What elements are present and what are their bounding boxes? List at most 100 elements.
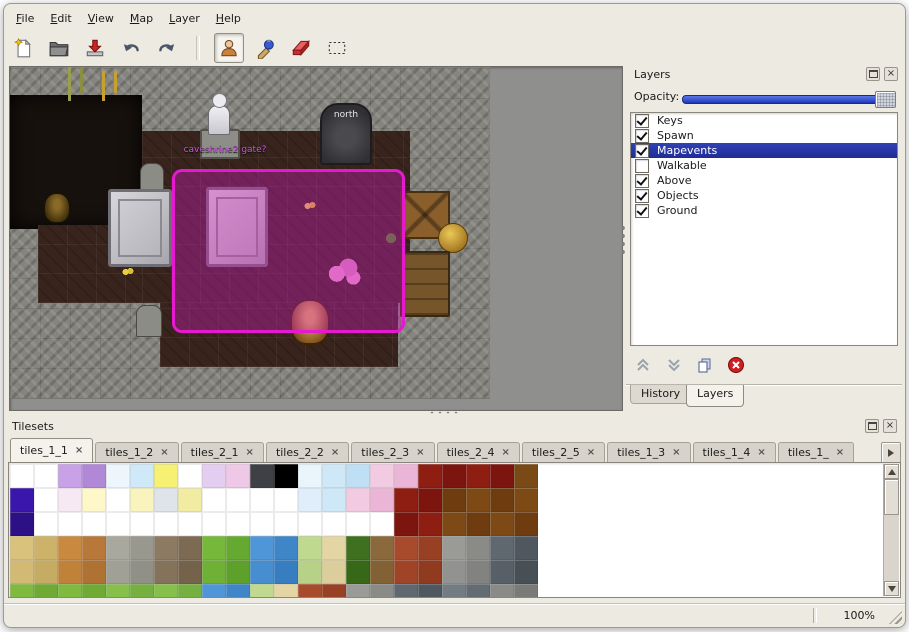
opacity-slider[interactable] bbox=[682, 95, 896, 104]
tile-4-17[interactable] bbox=[418, 560, 442, 584]
horizontal-splitter-handle[interactable] bbox=[428, 410, 458, 415]
tile-0-12[interactable] bbox=[298, 464, 322, 488]
undo-button[interactable] bbox=[116, 33, 146, 63]
tile-3-4[interactable] bbox=[106, 536, 130, 560]
tile-2-7[interactable] bbox=[178, 512, 202, 536]
duplicate-layer-button[interactable] bbox=[694, 354, 716, 376]
tileset-tab-tiles_2_3[interactable]: tiles_2_3× bbox=[351, 442, 434, 462]
tileset-tab-tiles_2_4[interactable]: tiles_2_4× bbox=[437, 442, 520, 462]
tab-history[interactable]: History bbox=[630, 385, 691, 404]
tile-2-0[interactable] bbox=[10, 512, 34, 536]
tile-4-3[interactable] bbox=[82, 560, 106, 584]
scroll-down-button[interactable] bbox=[884, 581, 899, 596]
new-file-button[interactable] bbox=[8, 33, 38, 63]
tile-0-18[interactable] bbox=[442, 464, 466, 488]
menu-help[interactable]: Help bbox=[208, 9, 249, 28]
tile-5-2[interactable] bbox=[58, 584, 82, 598]
tileset-scrollbar[interactable] bbox=[883, 464, 899, 596]
tile-4-19[interactable] bbox=[466, 560, 490, 584]
tile-0-17[interactable] bbox=[418, 464, 442, 488]
tile-4-10[interactable] bbox=[250, 560, 274, 584]
tileset-tab-tiles_1_3[interactable]: tiles_1_3× bbox=[607, 442, 690, 462]
tileset-tab-tiles_2_1[interactable]: tiles_2_1× bbox=[181, 442, 264, 462]
layer-row-keys[interactable]: Keys bbox=[631, 113, 897, 128]
tile-0-16[interactable] bbox=[394, 464, 418, 488]
tile-0-15[interactable] bbox=[370, 464, 394, 488]
tile-4-7[interactable] bbox=[178, 560, 202, 584]
tile-3-19[interactable] bbox=[466, 536, 490, 560]
tile-1-2[interactable] bbox=[58, 488, 82, 512]
tile-2-9[interactable] bbox=[226, 512, 250, 536]
tile-1-12[interactable] bbox=[298, 488, 322, 512]
tile-5-5[interactable] bbox=[130, 584, 154, 598]
map-canvas[interactable]: north caveshrine2 gate? bbox=[10, 67, 490, 399]
tileset-tab-tiles_2_2[interactable]: tiles_2_2× bbox=[266, 442, 349, 462]
tileset-tab-tiles_1_2[interactable]: tiles_1_2× bbox=[95, 442, 178, 462]
tab-layers[interactable]: Layers bbox=[686, 385, 744, 407]
tile-5-14[interactable] bbox=[346, 584, 370, 598]
redo-button[interactable] bbox=[152, 33, 182, 63]
tile-4-20[interactable] bbox=[490, 560, 514, 584]
tile-0-7[interactable] bbox=[178, 464, 202, 488]
tile-5-19[interactable] bbox=[466, 584, 490, 598]
tile-4-14[interactable] bbox=[346, 560, 370, 584]
tile-0-9[interactable] bbox=[226, 464, 250, 488]
layer-row-mapevents[interactable]: Mapevents bbox=[631, 143, 897, 158]
tile-1-4[interactable] bbox=[106, 488, 130, 512]
tileset-view[interactable] bbox=[8, 462, 901, 598]
tile-4-16[interactable] bbox=[394, 560, 418, 584]
tile-0-1[interactable] bbox=[34, 464, 58, 488]
close-tab-icon[interactable]: × bbox=[160, 448, 168, 458]
scroll-up-button[interactable] bbox=[884, 464, 899, 479]
tile-5-16[interactable] bbox=[394, 584, 418, 598]
close-tab-icon[interactable]: × bbox=[836, 448, 844, 458]
tile-1-15[interactable] bbox=[370, 488, 394, 512]
tile-0-4[interactable] bbox=[106, 464, 130, 488]
tile-0-3[interactable] bbox=[82, 464, 106, 488]
paint-fill-tool-button[interactable] bbox=[250, 33, 280, 63]
tile-0-11[interactable] bbox=[274, 464, 298, 488]
tile-1-7[interactable] bbox=[178, 488, 202, 512]
tile-1-19[interactable] bbox=[466, 488, 490, 512]
menu-file[interactable]: File bbox=[8, 9, 42, 28]
tile-2-5[interactable] bbox=[130, 512, 154, 536]
tile-4-4[interactable] bbox=[106, 560, 130, 584]
tile-5-12[interactable] bbox=[298, 584, 322, 598]
close-tab-icon[interactable]: × bbox=[587, 448, 595, 458]
layer-row-ground[interactable]: Ground bbox=[631, 203, 897, 218]
tile-0-14[interactable] bbox=[346, 464, 370, 488]
tile-1-1[interactable] bbox=[34, 488, 58, 512]
tile-5-7[interactable] bbox=[178, 584, 202, 598]
resize-grip[interactable] bbox=[889, 611, 902, 624]
tile-4-13[interactable] bbox=[322, 560, 346, 584]
tile-2-13[interactable] bbox=[322, 512, 346, 536]
tile-1-0[interactable] bbox=[10, 488, 34, 512]
tile-5-0[interactable] bbox=[10, 584, 34, 598]
close-tab-icon[interactable]: × bbox=[501, 448, 509, 458]
tile-4-6[interactable] bbox=[154, 560, 178, 584]
tile-4-2[interactable] bbox=[58, 560, 82, 584]
tile-3-6[interactable] bbox=[154, 536, 178, 560]
tile-4-5[interactable] bbox=[130, 560, 154, 584]
layer-visibility-checkbox[interactable] bbox=[635, 114, 649, 128]
tile-0-13[interactable] bbox=[322, 464, 346, 488]
tile-2-2[interactable] bbox=[58, 512, 82, 536]
tile-1-10[interactable] bbox=[250, 488, 274, 512]
move-layer-down-button[interactable] bbox=[663, 354, 685, 376]
tile-2-11[interactable] bbox=[274, 512, 298, 536]
tile-3-3[interactable] bbox=[82, 536, 106, 560]
close-panel-button[interactable]: × bbox=[883, 419, 897, 433]
tile-1-14[interactable] bbox=[346, 488, 370, 512]
tile-3-0[interactable] bbox=[10, 536, 34, 560]
tile-1-20[interactable] bbox=[490, 488, 514, 512]
delete-layer-button[interactable] bbox=[725, 354, 747, 376]
scrollbar-thumb[interactable] bbox=[884, 479, 899, 515]
layer-visibility-checkbox[interactable] bbox=[635, 144, 649, 158]
tile-0-8[interactable] bbox=[202, 464, 226, 488]
close-panel-button[interactable]: × bbox=[884, 67, 898, 81]
tile-1-9[interactable] bbox=[226, 488, 250, 512]
tile-2-14[interactable] bbox=[346, 512, 370, 536]
tile-1-11[interactable] bbox=[274, 488, 298, 512]
close-tab-icon[interactable]: × bbox=[757, 448, 765, 458]
tile-0-2[interactable] bbox=[58, 464, 82, 488]
